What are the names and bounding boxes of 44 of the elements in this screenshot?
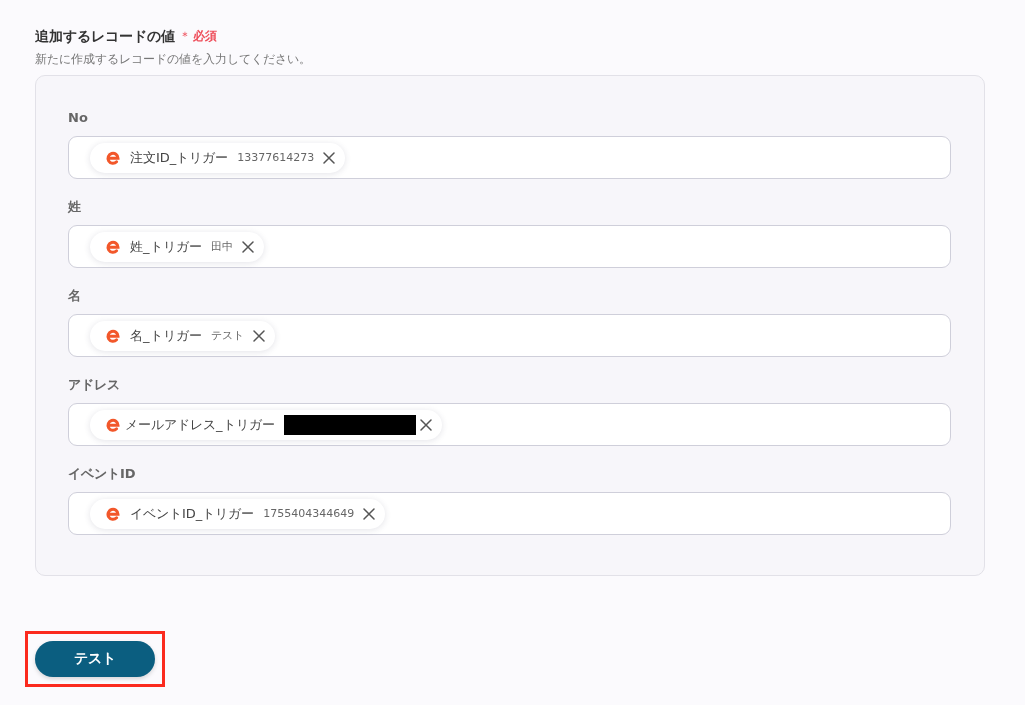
input-field[interactable]: 名_トリガー テスト [68,314,951,357]
close-icon [241,240,254,253]
chip-value: 1755404344649 [263,506,355,521]
field-label: 名 [68,287,81,305]
remove-button[interactable] [363,507,376,520]
input-field[interactable]: メールアドレス_トリガー [68,403,951,446]
input-field[interactable]: 注文ID_トリガー 13377614273 [68,136,951,179]
remove-button[interactable] [252,329,265,342]
input-field[interactable]: イベントID_トリガー 1755404344649 [68,492,951,535]
letter-e-icon [105,416,121,433]
close-icon [419,418,432,431]
chip-label: メールアドレス_トリガー [125,416,275,433]
input-field[interactable]: 姓_トリガー 田中 [68,225,951,268]
chip-label: 名_トリガー [130,327,202,344]
field-label: 姓 [68,198,81,216]
required-asterisk: ＊ [179,28,191,45]
field-label: イベントID [68,465,136,483]
letter-e-icon [105,238,121,255]
section-description: 新たに作成するレコードの値を入力してください。 [35,51,311,67]
variable-chip[interactable]: 注文ID_トリガー 13377614273 [90,142,346,173]
letter-e-icon [105,505,121,522]
close-icon [323,151,336,164]
letter-e-icon [105,149,121,166]
required-label: 必須 [193,28,217,45]
chip-label: イベントID_トリガー [130,505,255,522]
close-icon [363,507,376,520]
chip-value: 田中 [210,239,233,254]
field-label: アドレス [68,376,120,394]
chip-label: 注文ID_トリガー [130,149,229,166]
chip-value: テスト [210,328,244,343]
close-icon [252,329,265,342]
remove-button[interactable] [419,418,432,431]
variable-chip[interactable]: 名_トリガー テスト [90,320,275,351]
section-title: 追加するレコードの値 [35,27,175,45]
test-button[interactable]: テスト [35,641,155,677]
variable-chip[interactable]: 姓_トリガー 田中 [90,231,264,262]
remove-button[interactable] [241,240,254,253]
chip-label: 姓_トリガー [130,238,202,255]
field-label: No [68,109,88,127]
remove-button[interactable] [323,151,336,164]
letter-e-icon [105,327,121,344]
variable-chip[interactable]: イベントID_トリガー 1755404344649 [90,498,386,529]
chip-value: 13377614273 [237,150,315,165]
variable-chip[interactable]: メールアドレス_トリガー [90,409,442,440]
